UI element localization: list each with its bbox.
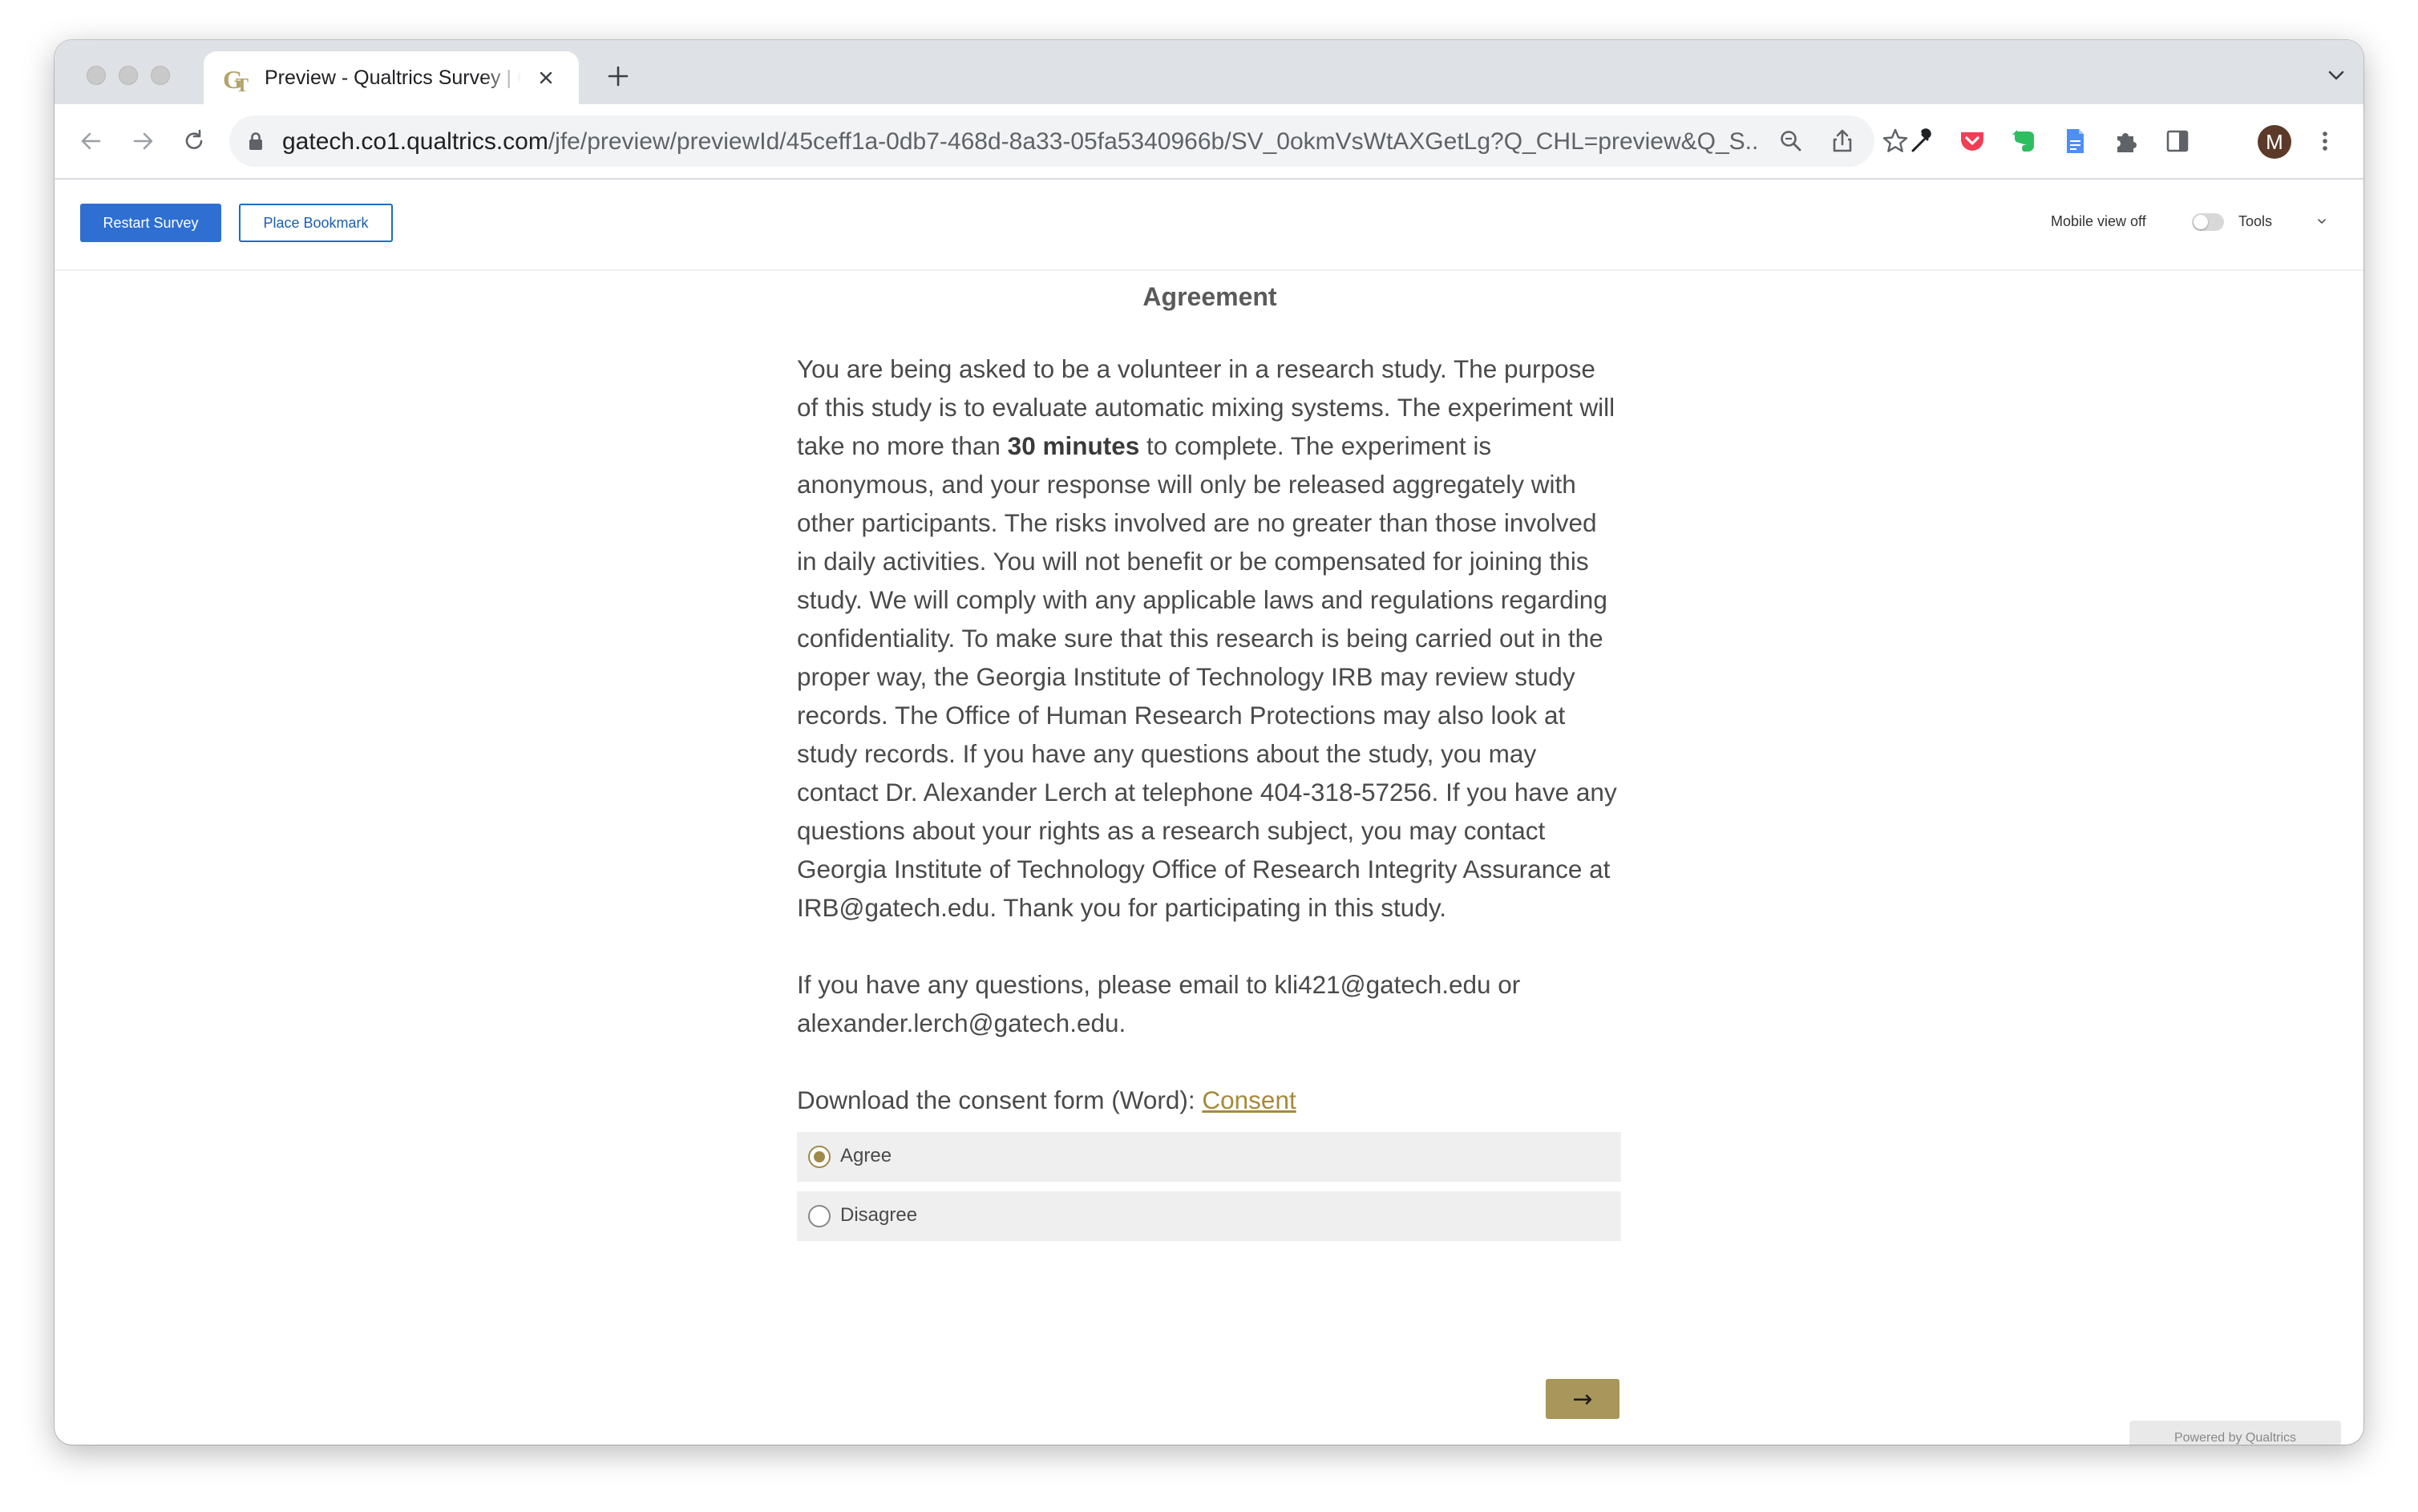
- url-host: gatech.co1.qualtrics.com: [282, 128, 548, 155]
- georgia-tech-favicon-icon: G T: [223, 65, 249, 95]
- evernote-icon[interactable]: [2008, 125, 2040, 157]
- close-window-button[interactable]: [87, 66, 106, 85]
- question-title: Agreement: [1142, 282, 1277, 311]
- chevron-down-icon[interactable]: [2315, 215, 2328, 228]
- url-path: /jfe/preview/previewId/45ceff1a-0db7-468…: [548, 128, 1757, 155]
- download-paragraph: Download the consent form (Word): Consen…: [797, 1081, 1623, 1119]
- choice-disagree[interactable]: Disagree: [797, 1191, 1621, 1241]
- choice-agree[interactable]: Agree: [797, 1132, 1621, 1182]
- place-bookmark-button[interactable]: Place Bookmark: [239, 204, 393, 242]
- zoom-window-button[interactable]: [151, 66, 170, 85]
- restart-survey-button[interactable]: Restart Survey: [80, 204, 221, 242]
- consent-download-link[interactable]: Consent: [1202, 1085, 1296, 1114]
- survey-preview-bar: Restart Survey Place Bookmark Mobile vie…: [55, 180, 2363, 271]
- profile-avatar[interactable]: M: [2258, 125, 2291, 159]
- side-panel-icon[interactable]: [2161, 125, 2194, 157]
- mobile-view-toggle[interactable]: [2192, 213, 2224, 231]
- mobile-view-label: Mobile view off: [2051, 213, 2146, 229]
- tools-menu[interactable]: Tools: [2238, 213, 2272, 230]
- share-icon[interactable]: [1828, 127, 1857, 156]
- browser-toolbar: gatech.co1.qualtrics.com/jfe/preview/pre…: [55, 104, 2363, 180]
- close-tab-icon[interactable]: [534, 66, 558, 90]
- reload-icon[interactable]: [178, 125, 210, 157]
- tab-search-chevron-icon[interactable]: [2325, 67, 2347, 83]
- eyedropper-extension-icon[interactable]: [1905, 125, 1937, 157]
- consent-paragraph: You are being asked to be a volunteer in…: [797, 350, 1623, 927]
- kebab-menu-icon[interactable]: [2309, 125, 2341, 157]
- question-container: Agreement You are being asked to be a vo…: [797, 281, 1623, 1251]
- consent-text-end: to complete. The experiment is anonymous…: [797, 431, 1617, 922]
- zoom-icon[interactable]: [1777, 127, 1805, 156]
- svg-text:T: T: [236, 75, 249, 95]
- answer-choices: Agree Disagree: [797, 1132, 1623, 1241]
- lock-icon[interactable]: [247, 131, 265, 152]
- radio-disagree[interactable]: [808, 1205, 831, 1227]
- tab-title: Preview - Qualtrics Survey | Qualtrics: [265, 67, 521, 89]
- powered-by-qualtrics-link[interactable]: Powered by Qualtrics: [2129, 1421, 2341, 1445]
- radio-selected-dot: [814, 1151, 825, 1162]
- extensions-puzzle-icon[interactable]: [2110, 125, 2142, 157]
- tab-strip: G T Preview - Qualtrics Survey | Qualtri…: [55, 40, 2363, 104]
- download-label: Download the consent form (Word):: [797, 1085, 1203, 1114]
- toggle-knob: [2194, 215, 2208, 229]
- new-tab-icon[interactable]: [606, 64, 630, 88]
- address-bar[interactable]: gatech.co1.qualtrics.com/jfe/preview/pre…: [229, 115, 1908, 167]
- contact-paragraph: If you have any questions, please email …: [797, 970, 1521, 1037]
- radio-agree[interactable]: [808, 1146, 831, 1168]
- choice-disagree-label: Disagree: [840, 1204, 918, 1226]
- tab-active[interactable]: G T Preview - Qualtrics Survey | Qualtri…: [204, 51, 579, 104]
- back-arrow-icon[interactable]: [75, 125, 107, 157]
- pocket-icon[interactable]: [1956, 125, 1988, 157]
- forward-arrow-icon[interactable]: [127, 125, 159, 157]
- choice-agree-label: Agree: [840, 1145, 892, 1166]
- browser-window: G T Preview - Qualtrics Survey | Qualtri…: [55, 40, 2363, 1445]
- next-button[interactable]: →: [1546, 1379, 1619, 1419]
- url-text: gatech.co1.qualtrics.com/jfe/preview/pre…: [282, 128, 1757, 156]
- docs-extension-icon[interactable]: [2059, 125, 2091, 157]
- minimize-window-button[interactable]: [119, 66, 138, 85]
- duration-emphasis: 30 minutes: [1007, 431, 1140, 460]
